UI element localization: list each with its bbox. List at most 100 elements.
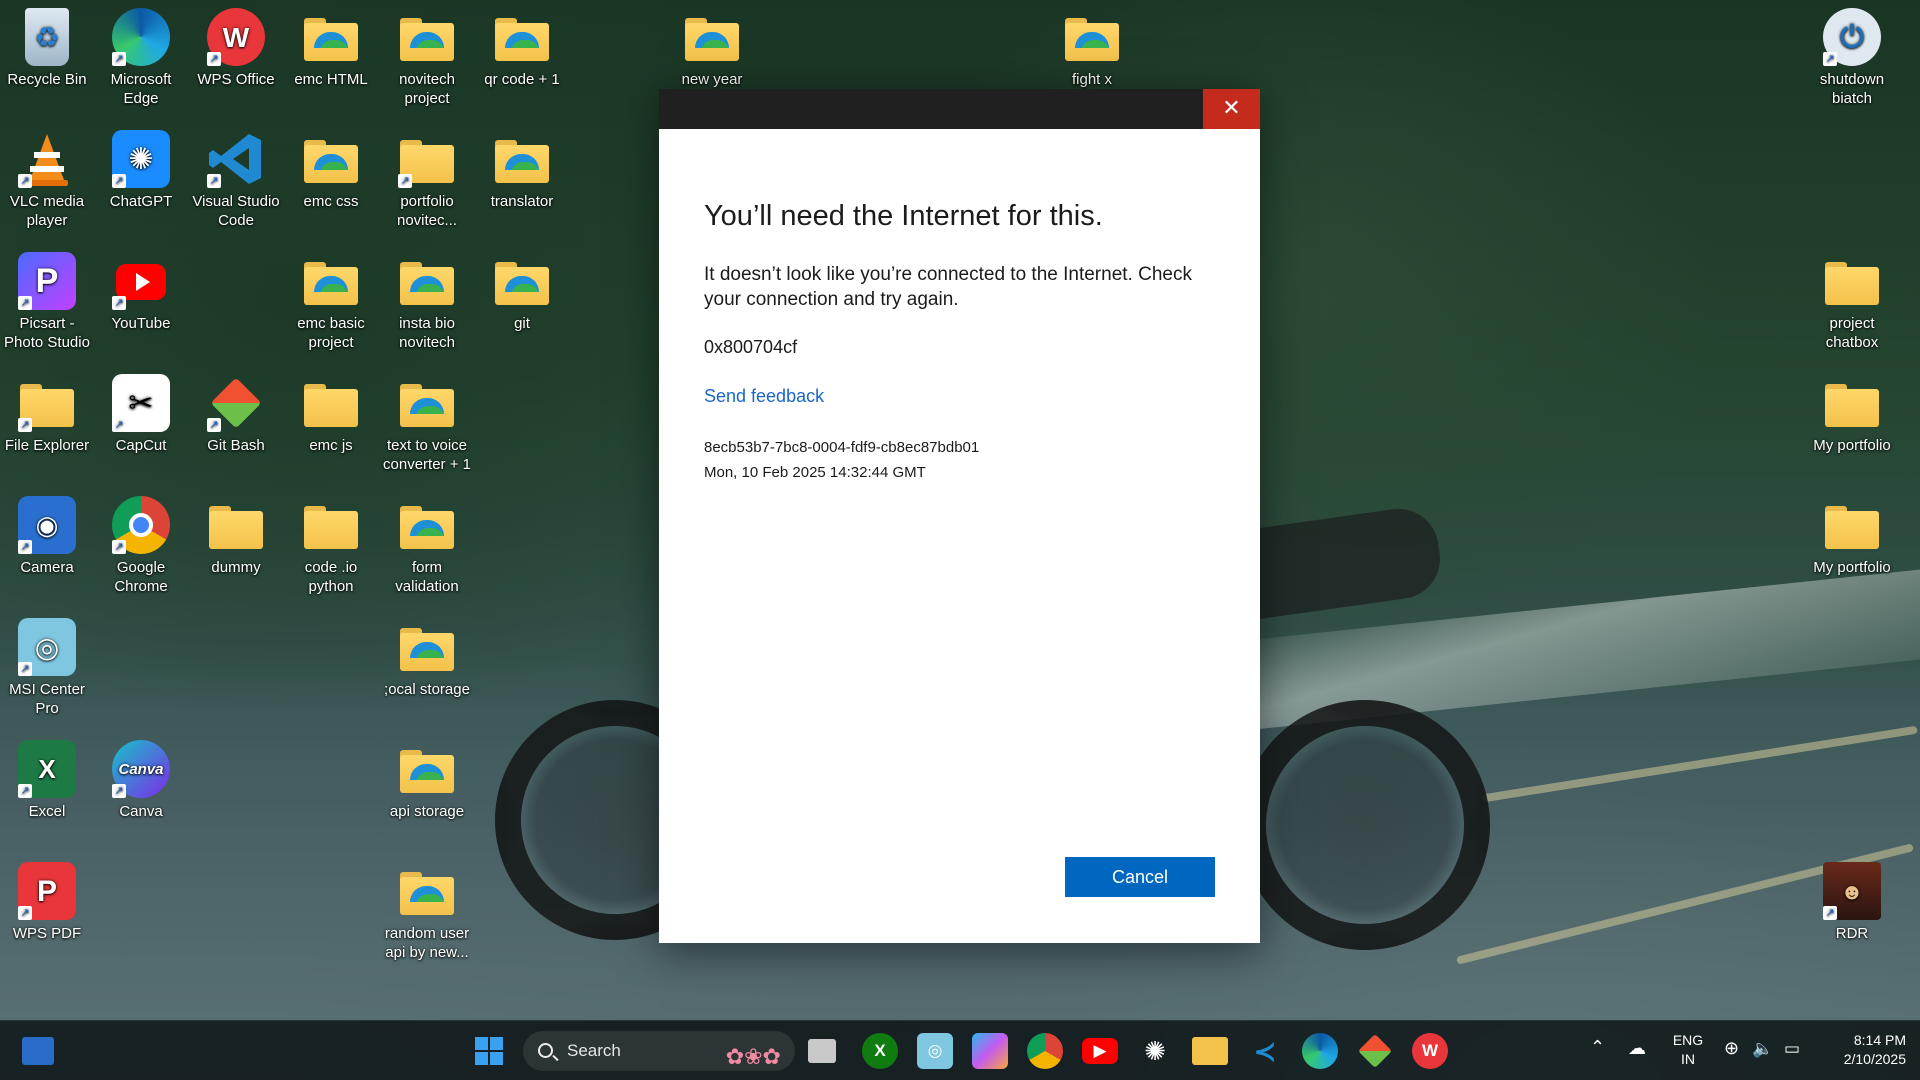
xbox-icon[interactable]: X — [862, 1033, 898, 1069]
desktop-icon-picsart[interactable]: P ↗ Picsart - Photo Studio — [1, 252, 93, 352]
desktop-icon-label: Canva — [119, 803, 163, 820]
wps-office-icon[interactable]: W — [1412, 1033, 1448, 1069]
desktop-icon-chrome[interactable]: ↗ Google Chrome — [95, 496, 187, 596]
desktop-icon-file-explorer[interactable]: ↗ File Explorer — [1, 374, 93, 455]
desktop-icon-edge[interactable]: ↗ Microsoft Edge — [95, 8, 187, 108]
desktop-icon-new-year[interactable]: new year — [666, 8, 758, 89]
desktop-icon-label: portfolio novitec... — [396, 193, 458, 229]
desktop-icon-qr-code[interactable]: qr code + 1 — [476, 8, 568, 89]
dialog-message: It doesn’t look like you’re connected to… — [704, 264, 1192, 310]
folder-icon — [302, 374, 360, 432]
desktop-icon-emc-js[interactable]: emc js — [285, 374, 377, 455]
desktop-icon-portfolio-novitech[interactable]: ↗ portfolio novitec... — [381, 130, 473, 230]
desktop-icon-form-validation[interactable]: form validation — [381, 496, 473, 596]
desktop-icon-label: YouTube — [111, 315, 171, 332]
desktop-icon-label: Picsart - Photo Studio — [4, 315, 90, 351]
search-box[interactable]: Search ✿❀✿ — [523, 1031, 795, 1071]
desktop-icon-code-io-python[interactable]: code .io python — [285, 496, 377, 596]
desktop-icon-novitech-project[interactable]: novitech project — [381, 8, 473, 108]
desktop-icon-emc-css[interactable]: emc css — [285, 130, 377, 211]
desktop-icon-canva[interactable]: Canva ↗ Canva — [95, 740, 187, 821]
desktop-icon-label: random user api by new... — [384, 925, 470, 961]
msi-center-icon: ◎ ↗ — [18, 618, 76, 676]
onedrive-icon[interactable]: ☁ — [1628, 1039, 1646, 1058]
desktop-icon-git-bash[interactable]: ↗ Git Bash — [190, 374, 282, 455]
desktop-icon-msi-center[interactable]: ◎ ↗ MSI Center Pro — [1, 618, 93, 718]
folder-icon — [683, 8, 741, 66]
power-icon: ⏻ ↗ — [1823, 8, 1881, 66]
desktop-icon-git[interactable]: git — [476, 252, 568, 333]
desktop-icon-emc-html[interactable]: emc HTML — [285, 8, 377, 89]
chatgpt-icon: ✺ ↗ — [112, 130, 170, 188]
desktop-icon-label: Git Bash — [207, 437, 265, 454]
folder-icon — [493, 8, 551, 66]
desktop-icon-dummy[interactable]: dummy — [190, 496, 282, 577]
clock[interactable]: 8:14 PM 2/10/2025 — [1818, 1031, 1906, 1069]
desktop-icon-camera[interactable]: ◉ ↗ Camera — [1, 496, 93, 577]
desktop-icon-rdr[interactable]: ☻ ↗ RDR — [1806, 862, 1898, 943]
desktop-icon-my-portfolio[interactable]: My portfolio — [1806, 374, 1898, 455]
desktop-icon-project-chatbox[interactable]: project chatbox — [1806, 252, 1898, 352]
folder-icon — [493, 252, 551, 310]
desktop-icon-chatgpt[interactable]: ✺ ↗ ChatGPT — [95, 130, 187, 211]
cancel-button[interactable]: Cancel — [1065, 857, 1215, 897]
folder-icon — [1063, 8, 1121, 66]
desktop-icon-local-storage[interactable]: ;ocal storage — [381, 618, 473, 699]
desktop-icon-shutdown[interactable]: ⏻ ↗ shutdown biatch — [1806, 8, 1898, 108]
desktop-icon-recycle-bin[interactable]: ♻ Recycle Bin — [1, 8, 93, 89]
network-icon[interactable]: ⊕ — [1724, 1039, 1739, 1058]
desktop-icon-vscode[interactable]: ↗ Visual Studio Code — [190, 130, 282, 230]
desktop-icon-label: My portfolio — [1813, 559, 1891, 576]
start-button[interactable] — [471, 1033, 507, 1069]
folder-icon — [207, 496, 265, 554]
desktop-icon-fight-x[interactable]: fight x — [1046, 8, 1138, 89]
chrome-icon[interactable] — [1027, 1033, 1063, 1069]
dialog-content: You’ll need the Internet for this. It do… — [659, 198, 1260, 485]
desktop-icon-youtube[interactable]: ↗ YouTube — [95, 252, 187, 333]
youtube-icon[interactable]: ▶ — [1082, 1038, 1118, 1064]
picsart-icon: P ↗ — [18, 252, 76, 310]
desktop-icon-label: code .io python — [304, 559, 358, 595]
task-view-icon[interactable] — [808, 1039, 836, 1063]
chatgpt-icon[interactable]: ✺ — [1137, 1033, 1173, 1069]
desktop-icon-label: WPS PDF — [12, 925, 82, 942]
desktop-icon-label: fight x — [1071, 71, 1113, 88]
folder-icon — [398, 8, 456, 66]
desktop-icon-translator[interactable]: translator — [476, 130, 568, 211]
git-bash-icon[interactable] — [1357, 1033, 1393, 1069]
desktop-icon-label: emc css — [303, 193, 359, 210]
search-icon — [538, 1043, 553, 1058]
flowers-icon: ✿❀✿ — [725, 1044, 781, 1069]
copilot-icon[interactable] — [972, 1033, 1008, 1069]
desktop-icon-text-to-voice[interactable]: text to voice converter + 1 — [381, 374, 473, 474]
desktop-icon-wps-office[interactable]: W ↗ WPS Office — [190, 8, 282, 89]
canva-icon: Canva ↗ — [112, 740, 170, 798]
folder-icon — [302, 252, 360, 310]
widgets-icon[interactable] — [22, 1037, 54, 1065]
file-explorer-icon[interactable] — [1192, 1037, 1228, 1065]
clock-time: 8:14 PM — [1853, 1032, 1906, 1048]
desktop-icon-label: My portfolio — [1813, 437, 1891, 454]
desktop-icon-my-portfolio-2[interactable]: My portfolio — [1806, 496, 1898, 577]
msi-center-icon[interactable]: ◎ — [917, 1033, 953, 1069]
desktop-icon-excel[interactable]: X ↗ Excel — [1, 740, 93, 821]
desktop-icon-insta-bio[interactable]: insta bio novitech — [381, 252, 473, 352]
volume-icon[interactable]: 🔈 — [1752, 1039, 1773, 1058]
folder-icon — [493, 130, 551, 188]
desktop-icon-label: shutdown biatch — [1819, 71, 1885, 107]
battery-icon[interactable]: ▭ — [1784, 1039, 1800, 1058]
edge-icon[interactable] — [1302, 1033, 1338, 1069]
desktop-icon-random-user-api[interactable]: random user api by new... — [381, 862, 473, 962]
no-internet-dialog: ✕ You’ll need the Internet for this. It … — [659, 89, 1260, 943]
desktop-icon-capcut[interactable]: ✂ ↗ CapCut — [95, 374, 187, 455]
close-button[interactable]: ✕ — [1203, 89, 1260, 129]
language-indicator[interactable]: ENG IN — [1668, 1031, 1708, 1069]
vscode-icon[interactable]: ≺ — [1247, 1033, 1283, 1069]
desktop-icon-vlc[interactable]: ↗ VLC media player — [1, 130, 93, 230]
desktop-icon-emc-basic-project[interactable]: emc basic project — [285, 252, 377, 352]
desktop-icon-wps-pdf[interactable]: P ↗ WPS PDF — [1, 862, 93, 943]
capcut-icon: ✂ ↗ — [112, 374, 170, 432]
send-feedback-link[interactable]: Send feedback — [704, 386, 824, 407]
desktop-icon-api-storage[interactable]: api storage — [381, 740, 473, 821]
chevron-up-icon[interactable]: ⌃ — [1590, 1038, 1605, 1057]
